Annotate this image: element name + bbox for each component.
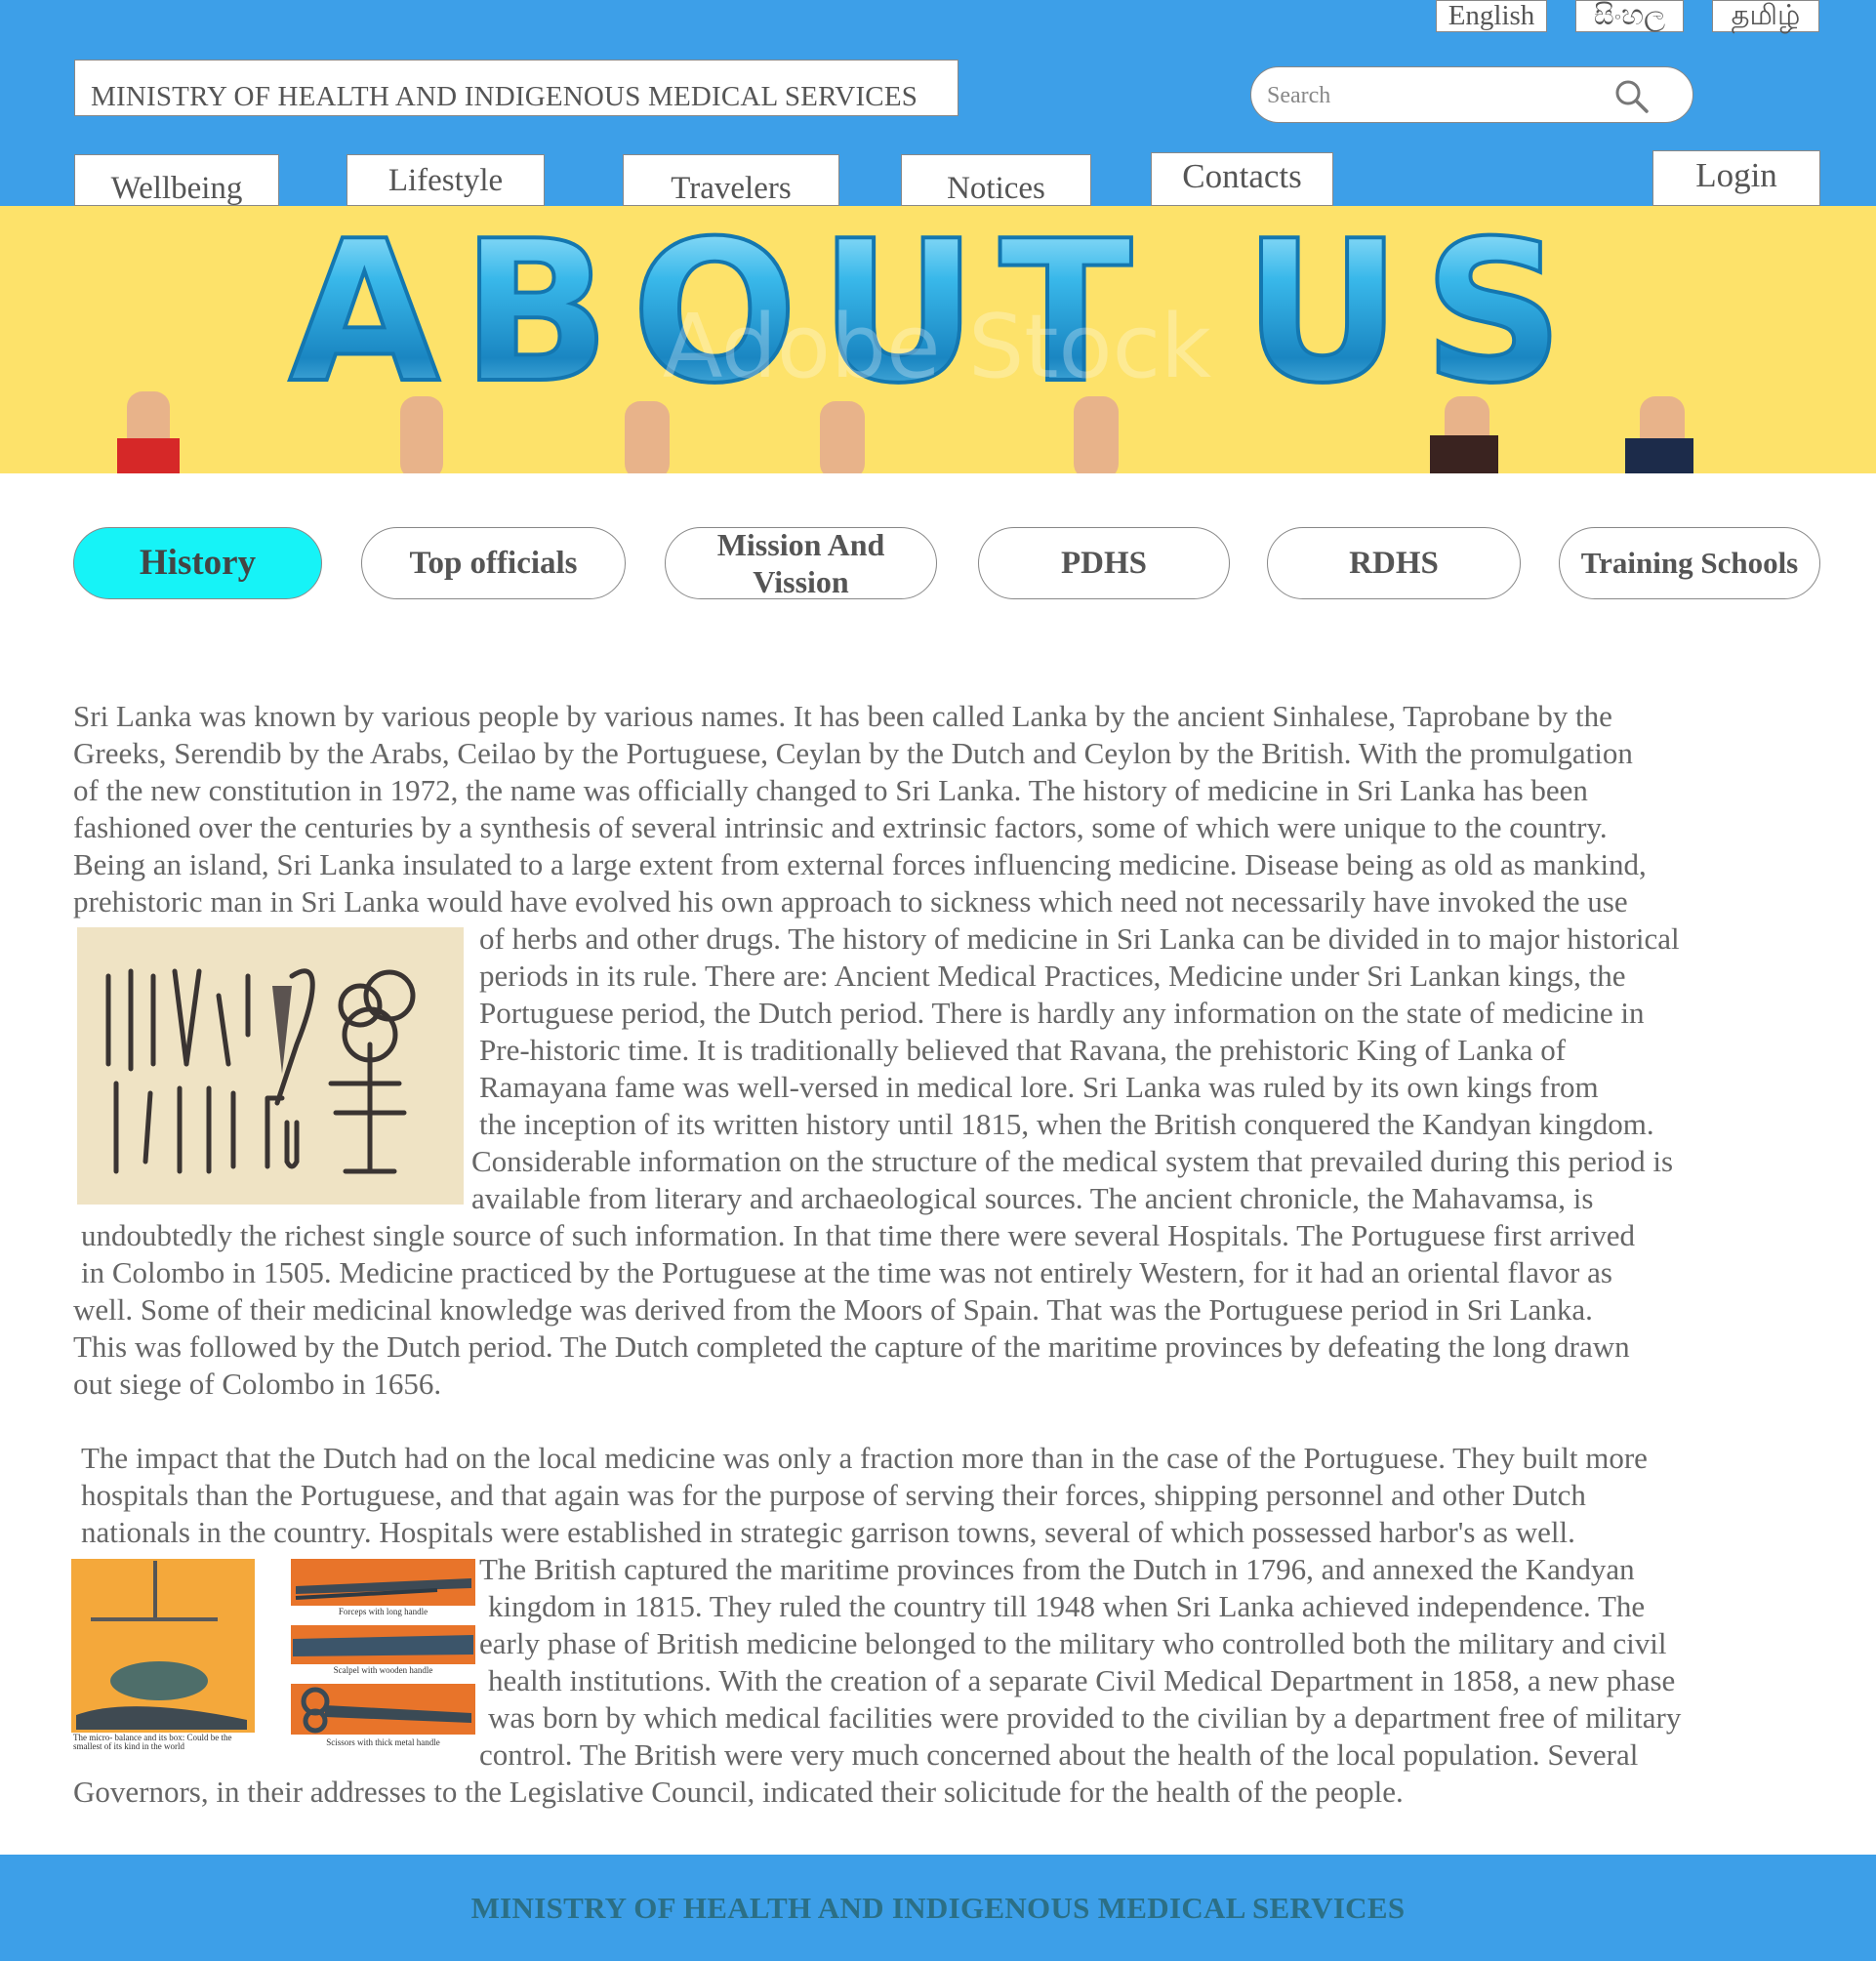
history-text-line: early phase of British medicine belonged… [479, 1626, 1667, 1660]
footer-bar: MINISTRY OF HEALTH AND INDIGENOUS MEDICA… [0, 1855, 1876, 1961]
forceps-photo [291, 1559, 475, 1606]
micro-balance-image: The micro- balance and its box: Could be… [71, 1559, 255, 1750]
tab-top-officials[interactable]: Top officials [361, 527, 626, 599]
about-us-banner: ABOUT US Adobe Stock [0, 206, 1876, 473]
tab-history-label: History [139, 543, 257, 583]
history-text-line: kingdom in 1815. They ruled the country … [488, 1589, 1646, 1623]
tab-mission-and-vission[interactable]: Mission And Vission [665, 527, 937, 599]
history-text-line: Considerable information on the structur… [471, 1144, 1674, 1178]
history-text-line: Sri Lanka was known by various people by… [73, 699, 1612, 733]
scissors-photo [291, 1684, 475, 1735]
about-us-banner-graphic: ABOUT US Adobe Stock [117, 206, 1693, 473]
language-sinhala-button[interactable]: සිංහල [1575, 0, 1684, 32]
ancient-surgical-instruments-image [77, 927, 464, 1205]
footer-title: MINISTRY OF HEALTH AND INDIGENOUS MEDICA… [470, 1891, 1406, 1925]
tab-pdhs[interactable]: PDHS [978, 527, 1230, 599]
nav-travelers[interactable]: Travelers [623, 154, 839, 206]
nav-wellbeing[interactable]: Wellbeing [74, 154, 279, 206]
scissors-graphic [301, 1687, 471, 1734]
history-text-line: This was followed by the Dutch period. T… [73, 1329, 1630, 1364]
micro-balance-caption: The micro- balance and its box: Could be… [73, 1733, 232, 1751]
history-text-line: Governors, in their addresses to the Leg… [73, 1775, 1404, 1809]
nav-contacts[interactable]: Contacts [1151, 152, 1333, 206]
scalpel-graphic [293, 1635, 473, 1656]
history-text-line: control. The British were very much conc… [479, 1737, 1639, 1772]
history-text-line: of the new constitution in 1972, the nam… [73, 773, 1588, 807]
history-text-line: nationals in the country. Hospitals were… [81, 1515, 1575, 1549]
history-text-line: health institutions. With the creation o… [488, 1663, 1676, 1697]
tab-top-officials-label: Top officials [409, 546, 578, 581]
nav-lifestyle[interactable]: Lifestyle [347, 154, 545, 206]
micro-balance-graphic [71, 1559, 255, 1733]
search-input[interactable] [1265, 73, 1611, 118]
site-title: MINISTRY OF HEALTH AND INDIGENOUS MEDICA… [74, 60, 958, 116]
language-tamil-button[interactable]: தமிழ் [1712, 0, 1819, 32]
history-text-line: Pre-historic time. It is traditionally b… [479, 1033, 1567, 1067]
tab-rdhs-label: RDHS [1349, 546, 1439, 581]
header-bar: English සිංහල தமிழ் MINISTRY OF HEALTH A… [0, 0, 1876, 206]
history-text-line: periods in its rule. There are: Ancient … [479, 959, 1626, 993]
stock-watermark: Adobe Stock [663, 296, 1211, 398]
sleeves [117, 435, 1693, 473]
history-text-line: Greeks, Serendib by the Arabs, Ceilao by… [73, 736, 1633, 770]
history-text-line: undoubtedly the richest single source of… [81, 1218, 1636, 1252]
scalpel-caption: Scalpel with wooden handle [333, 1665, 433, 1675]
tab-pdhs-label: PDHS [1060, 546, 1147, 581]
tab-training-schools-label: Training Schools [1580, 546, 1799, 580]
history-text-line: hospitals than the Portuguese, and that … [81, 1478, 1586, 1512]
forceps-caption: Forceps with long handle [338, 1607, 428, 1616]
medieval-tools-image: Forceps with long handle Scalpel with wo… [291, 1559, 475, 1754]
tab-mission-label: Mission And Vission [716, 527, 885, 599]
history-text-line: Portuguese period, the Dutch period. The… [479, 996, 1645, 1030]
history-text-line: in Colombo in 1505. Medicine practiced b… [81, 1255, 1612, 1289]
tab-training-schools[interactable]: Training Schools [1559, 527, 1820, 599]
forceps-graphic [295, 1578, 471, 1600]
search-icon[interactable] [1612, 77, 1652, 116]
history-text-line: was born by which medical facilities wer… [488, 1700, 1682, 1735]
login-button[interactable]: Login [1652, 150, 1820, 206]
surgical-instruments-graphic [105, 968, 416, 1174]
history-text-line: The British captured the maritime provin… [479, 1552, 1635, 1586]
history-text-line: Being an island, Sri Lanka insulated to … [73, 847, 1647, 881]
language-english-button[interactable]: English [1436, 0, 1547, 32]
history-text-line: The impact that the Dutch had on the loc… [81, 1441, 1648, 1475]
history-text-line: Ramayana fame was well-versed in medical… [479, 1070, 1599, 1104]
search-box [1250, 66, 1693, 123]
history-text-line: out siege of Colombo in 1656. [73, 1367, 442, 1401]
history-text-line: available from literary and archaeologic… [471, 1181, 1594, 1215]
scalpel-photo [291, 1625, 475, 1664]
tab-rdhs[interactable]: RDHS [1267, 527, 1521, 599]
scissors-caption: Scissors with thick metal handle [326, 1737, 440, 1747]
history-text-line: fashioned over the centuries by a synthe… [73, 810, 1608, 844]
history-text-line: well. Some of their medicinal knowledge … [73, 1292, 1593, 1327]
history-text-line: the inception of its written history unt… [479, 1107, 1654, 1141]
history-text-line: prehistoric man in Sri Lanka would have … [73, 884, 1628, 919]
history-text-line: of herbs and other drugs. The history of… [479, 921, 1680, 956]
nav-notices[interactable]: Notices [901, 154, 1091, 206]
tab-history[interactable]: History [73, 527, 322, 599]
